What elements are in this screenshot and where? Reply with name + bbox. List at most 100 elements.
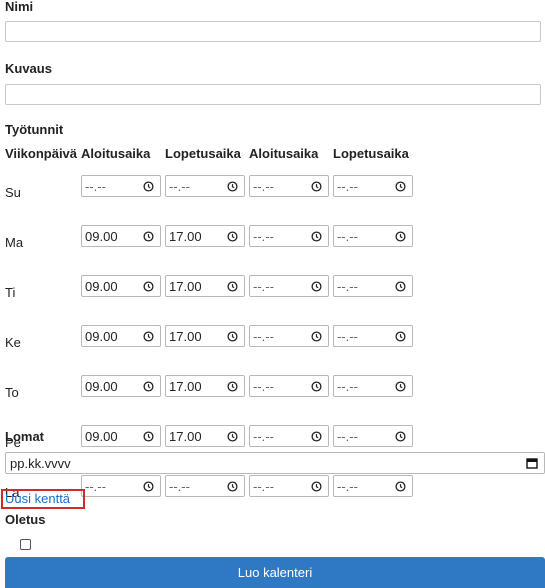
time-value: --.-- xyxy=(169,179,190,194)
time-cell: --.-- xyxy=(331,161,415,211)
end-time-input[interactable]: --.-- xyxy=(333,175,414,197)
time-cell: --.-- xyxy=(331,261,415,311)
clock-icon[interactable] xyxy=(143,331,154,342)
clock-icon[interactable] xyxy=(311,181,322,192)
clock-icon[interactable] xyxy=(143,231,154,242)
clock-icon[interactable] xyxy=(395,331,406,342)
time-cell: --.-- xyxy=(79,161,163,211)
schedule-row: Su --.-- --.-- --.-- --.-- xyxy=(3,161,415,211)
description-input[interactable] xyxy=(5,84,541,105)
start-time-input[interactable]: --.-- xyxy=(81,475,162,497)
start-time-input[interactable]: --.-- xyxy=(249,425,330,447)
start-time-input[interactable]: --.-- xyxy=(249,175,330,197)
end-time-input[interactable]: --.-- xyxy=(333,325,414,347)
end-time-input[interactable]: --.-- xyxy=(333,375,414,397)
end-time-input[interactable]: --.-- xyxy=(165,175,246,197)
clock-icon[interactable] xyxy=(311,231,322,242)
time-cell: --.-- xyxy=(247,161,331,211)
time-value: 09.00 xyxy=(85,379,118,394)
time-cell: 17.00 xyxy=(163,361,247,411)
schedule-row: To 09.00 17.00 --.-- --.-- xyxy=(3,361,415,411)
time-value: --.-- xyxy=(337,279,358,294)
time-cell: --.-- xyxy=(163,161,247,211)
col-weekday: Viikonpäivä xyxy=(5,145,78,161)
clock-icon[interactable] xyxy=(143,281,154,292)
col-start-time-1: Aloitusaika xyxy=(81,145,151,161)
new-field-link[interactable]: Uusi kenttä xyxy=(1,489,85,509)
end-time-input[interactable]: --.-- xyxy=(333,275,414,297)
start-time-input[interactable]: --.-- xyxy=(249,275,330,297)
start-time-input[interactable]: --.-- xyxy=(249,375,330,397)
name-label: Nimi xyxy=(5,0,34,14)
time-value: --.-- xyxy=(253,329,274,344)
end-time-input[interactable]: 17.00 xyxy=(165,375,246,397)
start-time-input[interactable]: 09.00 xyxy=(81,425,162,447)
time-cell: 09.00 xyxy=(79,311,163,361)
time-value: 17.00 xyxy=(169,329,202,344)
weekday-label: To xyxy=(5,384,19,400)
holiday-date-input[interactable]: pp.kk.vvvv xyxy=(5,452,545,474)
clock-icon[interactable] xyxy=(395,481,406,492)
time-value: --.-- xyxy=(337,329,358,344)
clock-icon[interactable] xyxy=(311,331,322,342)
clock-icon[interactable] xyxy=(143,481,154,492)
clock-icon[interactable] xyxy=(143,381,154,392)
end-time-input[interactable]: --.-- xyxy=(333,225,414,247)
clock-icon[interactable] xyxy=(395,431,406,442)
time-cell: 17.00 xyxy=(163,211,247,261)
time-value: --.-- xyxy=(337,479,358,494)
end-time-input[interactable]: 17.00 xyxy=(165,275,246,297)
start-time-input[interactable]: 09.00 xyxy=(81,225,162,247)
time-value: --.-- xyxy=(337,379,358,394)
end-time-input[interactable]: 17.00 xyxy=(165,325,246,347)
end-time-input[interactable]: --.-- xyxy=(165,475,246,497)
start-time-input[interactable]: 09.00 xyxy=(81,375,162,397)
end-time-input[interactable]: 17.00 xyxy=(165,225,246,247)
create-calendar-button[interactable]: Luo kalenteri xyxy=(5,557,545,588)
clock-icon[interactable] xyxy=(395,381,406,392)
clock-icon[interactable] xyxy=(227,181,238,192)
clock-icon[interactable] xyxy=(143,431,154,442)
clock-icon[interactable] xyxy=(395,231,406,242)
start-time-input[interactable]: --.-- xyxy=(81,175,162,197)
time-cell: 17.00 xyxy=(163,261,247,311)
holiday-date-placeholder: pp.kk.vvvv xyxy=(10,456,71,471)
time-value: --.-- xyxy=(253,179,274,194)
time-value: 09.00 xyxy=(85,329,118,344)
time-value: 17.00 xyxy=(169,379,202,394)
holidays-label: Lomat xyxy=(5,429,44,444)
end-time-input[interactable]: --.-- xyxy=(333,425,414,447)
start-time-input[interactable]: 09.00 xyxy=(81,275,162,297)
start-time-input[interactable]: --.-- xyxy=(249,475,330,497)
clock-icon[interactable] xyxy=(395,281,406,292)
clock-icon[interactable] xyxy=(311,381,322,392)
time-value: --.-- xyxy=(85,179,106,194)
clock-icon[interactable] xyxy=(311,281,322,292)
clock-icon[interactable] xyxy=(227,431,238,442)
clock-icon[interactable] xyxy=(227,481,238,492)
clock-icon[interactable] xyxy=(311,431,322,442)
time-cell: 09.00 xyxy=(79,261,163,311)
start-time-input[interactable]: 09.00 xyxy=(81,325,162,347)
clock-icon[interactable] xyxy=(227,381,238,392)
time-value: --.-- xyxy=(253,379,274,394)
time-value: --.-- xyxy=(253,229,274,244)
description-label: Kuvaus xyxy=(5,61,52,76)
name-input[interactable] xyxy=(5,21,541,42)
schedule-row: Ma 09.00 17.00 --.-- --.-- xyxy=(3,211,415,261)
default-checkbox[interactable] xyxy=(20,539,31,550)
start-time-input[interactable]: --.-- xyxy=(249,325,330,347)
end-time-input[interactable]: --.-- xyxy=(333,475,414,497)
clock-icon[interactable] xyxy=(227,281,238,292)
weekday-label: Ke xyxy=(5,334,21,350)
clock-icon[interactable] xyxy=(143,181,154,192)
clock-icon[interactable] xyxy=(395,181,406,192)
start-time-input[interactable]: --.-- xyxy=(249,225,330,247)
end-time-input[interactable]: 17.00 xyxy=(165,425,246,447)
clock-icon[interactable] xyxy=(227,231,238,242)
time-value: 09.00 xyxy=(85,279,118,294)
time-value: --.-- xyxy=(337,429,358,444)
clock-icon[interactable] xyxy=(227,331,238,342)
calendar-icon[interactable] xyxy=(526,457,538,469)
clock-icon[interactable] xyxy=(311,481,322,492)
